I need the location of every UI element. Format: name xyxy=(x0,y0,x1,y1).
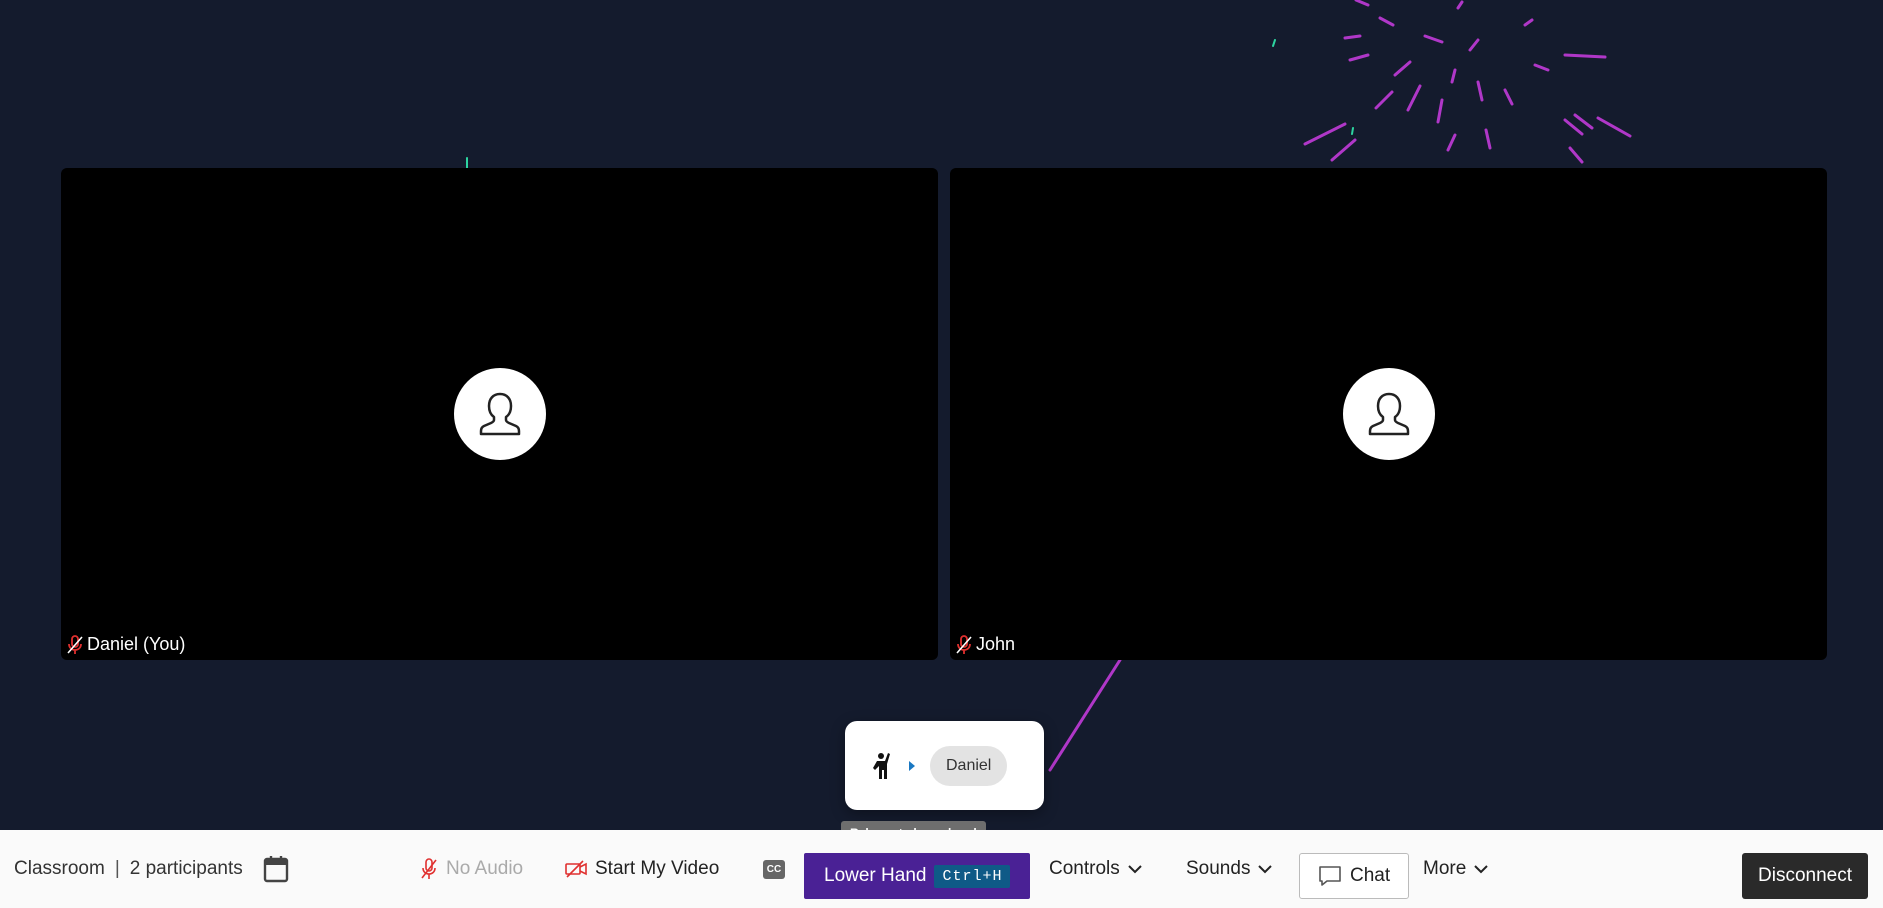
room-separator: | xyxy=(114,858,120,879)
room-info: Classroom | 2 participants xyxy=(14,830,289,908)
participant-name-label: John xyxy=(956,634,1015,655)
audio-label: No Audio xyxy=(446,858,524,879)
muted-microphone-icon xyxy=(956,634,972,654)
video-off-icon xyxy=(565,860,587,878)
disconnect-label: Disconnect xyxy=(1758,865,1852,886)
controls-label: Controls xyxy=(1049,858,1120,879)
chevron-down-icon xyxy=(1128,865,1142,874)
sounds-label: Sounds xyxy=(1186,858,1251,879)
user-placeholder-icon xyxy=(1368,392,1409,436)
audio-button[interactable]: No Audio xyxy=(420,830,523,908)
closed-captions-icon: CC xyxy=(763,859,785,879)
raised-hand-popup[interactable]: Daniel xyxy=(845,721,1044,810)
caret-right-icon xyxy=(909,760,915,771)
chat-bubble-icon xyxy=(1319,866,1341,886)
more-label: More xyxy=(1423,858,1467,879)
muted-microphone-icon xyxy=(421,858,437,879)
start-video-button[interactable]: Start My Video xyxy=(565,830,719,908)
avatar xyxy=(1342,368,1435,460)
avatar xyxy=(453,368,546,460)
sounds-menu-button[interactable]: Sounds xyxy=(1186,830,1273,908)
controls-menu-button[interactable]: Controls xyxy=(1049,830,1142,908)
participant-count: 2 participants xyxy=(129,858,243,879)
user-placeholder-icon xyxy=(479,392,520,436)
chat-button[interactable]: Chat xyxy=(1299,853,1410,899)
participant-name-label: Daniel (You) xyxy=(67,634,185,655)
participant-tile-john[interactable]: John xyxy=(950,168,1827,660)
more-menu-button[interactable]: More xyxy=(1423,830,1489,908)
lower-hand-label: Lower Hand xyxy=(824,865,927,886)
keyboard-shortcut-badge: Ctrl+H xyxy=(934,864,1011,888)
calendar-icon[interactable] xyxy=(263,855,289,883)
closed-captions-button[interactable]: CC xyxy=(763,830,785,908)
muted-microphone-icon xyxy=(67,634,83,654)
raised-hand-participant: Daniel xyxy=(930,745,1008,786)
chat-label: Chat xyxy=(1350,865,1391,886)
start-video-label: Start My Video xyxy=(595,858,720,879)
participant-name: Daniel (You) xyxy=(87,634,186,654)
lower-hand-button[interactable]: Lower Hand Ctrl+H xyxy=(804,853,1031,899)
raised-hand-person-icon xyxy=(873,752,890,779)
chevron-down-icon xyxy=(1474,865,1489,874)
participant-name: John xyxy=(976,634,1016,654)
participant-tile-daniel[interactable]: Daniel (You) xyxy=(61,168,938,660)
disconnect-button[interactable]: Disconnect xyxy=(1742,853,1868,899)
meeting-toolbar: Classroom | 2 participants No Audio Star… xyxy=(0,830,1883,908)
chevron-down-icon xyxy=(1258,865,1273,874)
room-name: Classroom xyxy=(14,858,105,879)
